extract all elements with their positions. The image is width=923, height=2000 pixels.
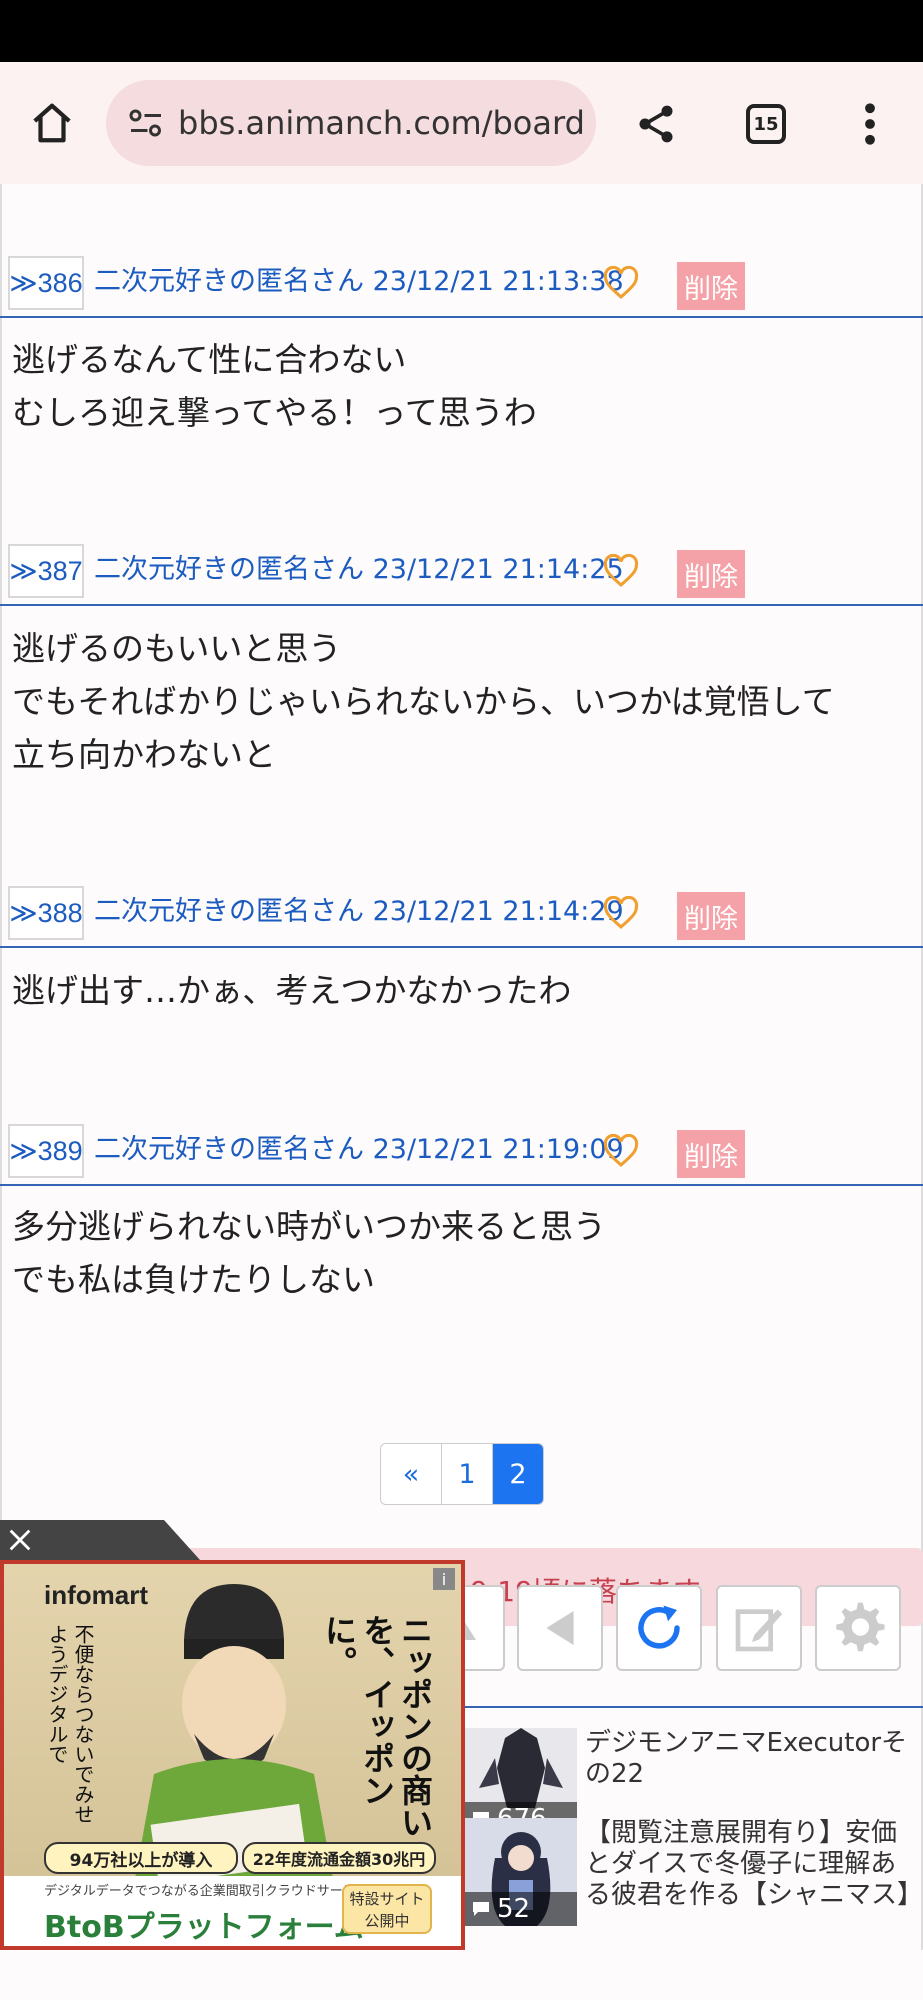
related-thread-item[interactable]: 52 【閲覧注意展開有り】安価とダイスで冬優子に理解ある彼君を作る【シャニマス】 [465, 1818, 923, 1928]
section-divider [465, 1706, 923, 1708]
share-icon [639, 105, 673, 143]
delete-button[interactable]: 削除 [677, 550, 745, 598]
system-nav-bar [0, 1950, 923, 2000]
post-body: 逃げ出す…かぁ、考えつかなかったわ [12, 971, 572, 1010]
tab-count: 15 [746, 104, 786, 144]
home-button[interactable] [22, 92, 82, 154]
ad-banner[interactable]: i infomart ニッポンの商いを、イッポンに。 不便ならつないでみせようデ… [0, 1520, 465, 1950]
close-icon[interactable] [6, 1526, 34, 1554]
triangle-left-icon [546, 1611, 574, 1645]
post-header: ≫387 二次元好きの匿名さん 23/12/21 21:14:25 削除 [0, 538, 923, 606]
pager-page-2[interactable]: 2 [493, 1444, 543, 1504]
heart-icon[interactable] [602, 1133, 640, 1168]
post-meta: 二次元好きの匿名さん 23/12/21 21:19:09 [94, 1134, 624, 1165]
back-button[interactable] [517, 1585, 603, 1671]
delete-button[interactable]: 削除 [677, 892, 745, 940]
gear-icon [836, 1602, 885, 1652]
post-divider [0, 604, 923, 606]
ad-platform: BtoBプラットフォーム [44, 1910, 364, 1945]
ad-info-icon[interactable]: i [433, 1568, 455, 1590]
ad-tagline: デジタルデータでつながる企業間取引クラウドサービス [44, 1884, 369, 1899]
url-text: bbs.animanch.com/board [178, 104, 585, 142]
tab-switcher-button[interactable]: 15 [738, 96, 794, 152]
ad-cta-button[interactable]: 特設サイト公開中 [342, 1884, 432, 1934]
ad-headline: ニッポンの商いを、イッポンに。 [320, 1614, 434, 1838]
post-divider [0, 1184, 923, 1186]
address-bar[interactable]: bbs.animanch.com/board [106, 80, 596, 166]
post-meta: 二次元好きの匿名さん 23/12/21 21:13:38 [94, 266, 624, 297]
post-header: ≫389 二次元好きの匿名さん 23/12/21 21:19:09 削除 [0, 1118, 923, 1186]
browser-menu-button[interactable] [845, 96, 895, 152]
write-button[interactable] [716, 1585, 802, 1671]
reload-button[interactable] [616, 1585, 702, 1671]
delete-button[interactable]: 削除 [677, 1130, 745, 1178]
thread-title[interactable]: 【閲覧注意展開有り】安価とダイスで冬優子に理解ある彼君を作る【シャニマス】 [585, 1818, 923, 1911]
heart-icon[interactable] [602, 553, 640, 588]
ad-stat-companies: 94万社以上が導入 [44, 1842, 238, 1874]
ad-illustration [134, 1584, 334, 1884]
heart-icon[interactable] [602, 895, 640, 930]
pagination: « 1 2 [380, 1443, 544, 1505]
post-meta: 二次元好きの匿名さん 23/12/21 21:14:29 [94, 896, 624, 927]
share-button[interactable] [628, 96, 684, 152]
delete-button[interactable]: 削除 [677, 262, 745, 310]
post-meta: 二次元好きの匿名さん 23/12/21 21:14:25 [94, 554, 624, 585]
post-number-link[interactable]: ≫386 [8, 256, 84, 310]
post-divider [0, 316, 923, 318]
post-divider [0, 946, 923, 948]
reload-icon [638, 1605, 680, 1649]
more-vert-icon [865, 103, 875, 145]
heart-icon[interactable] [602, 265, 640, 300]
post-body: 多分逃げられない時がいつか来ると思う でも私は負けたりしない [12, 1207, 606, 1299]
post-body: 逃げるなんて性に合わない むしろ迎え撃ってやる！って思うわ [12, 340, 537, 432]
settings-button[interactable] [815, 1585, 901, 1671]
ad-subcopy: 不便ならつないでみせようデジタルで [45, 1624, 95, 1824]
ad-footer: デジタルデータでつながる企業間取引クラウドサービス BtoBプラットフォーム 特… [4, 1876, 461, 1946]
post-number-link[interactable]: ≫388 [8, 886, 84, 940]
edit-icon [735, 1609, 783, 1652]
reply-count: 52 [465, 1892, 577, 1926]
status-bar [0, 0, 923, 62]
post-header: ≫386 二次元好きの匿名さん 23/12/21 21:13:38 削除 [0, 250, 923, 318]
thread-title[interactable]: デジモンアニマExecutorその22 [585, 1728, 920, 1790]
pager-page-1[interactable]: 1 [442, 1444, 493, 1504]
comment-icon [473, 1902, 489, 1916]
ad-stat-volume: 22年度流通金額30兆円 [242, 1842, 436, 1874]
post-body: 逃げるのもいいと思う でもそればかりじゃいられないから、いつかは覚悟して 立ち向… [12, 629, 835, 774]
pager-prev[interactable]: « [381, 1444, 442, 1504]
post-header: ≫388 二次元好きの匿名さん 23/12/21 21:14:29 削除 [0, 880, 923, 948]
thread-thumbnail: 52 [465, 1818, 577, 1926]
site-settings-icon[interactable] [120, 97, 172, 149]
ad-creative[interactable]: i infomart ニッポンの商いを、イッポンに。 不便ならつないでみせようデ… [0, 1560, 465, 1950]
post-number-link[interactable]: ≫387 [8, 544, 84, 598]
home-icon [33, 103, 71, 143]
post-number-link[interactable]: ≫389 [8, 1124, 84, 1178]
